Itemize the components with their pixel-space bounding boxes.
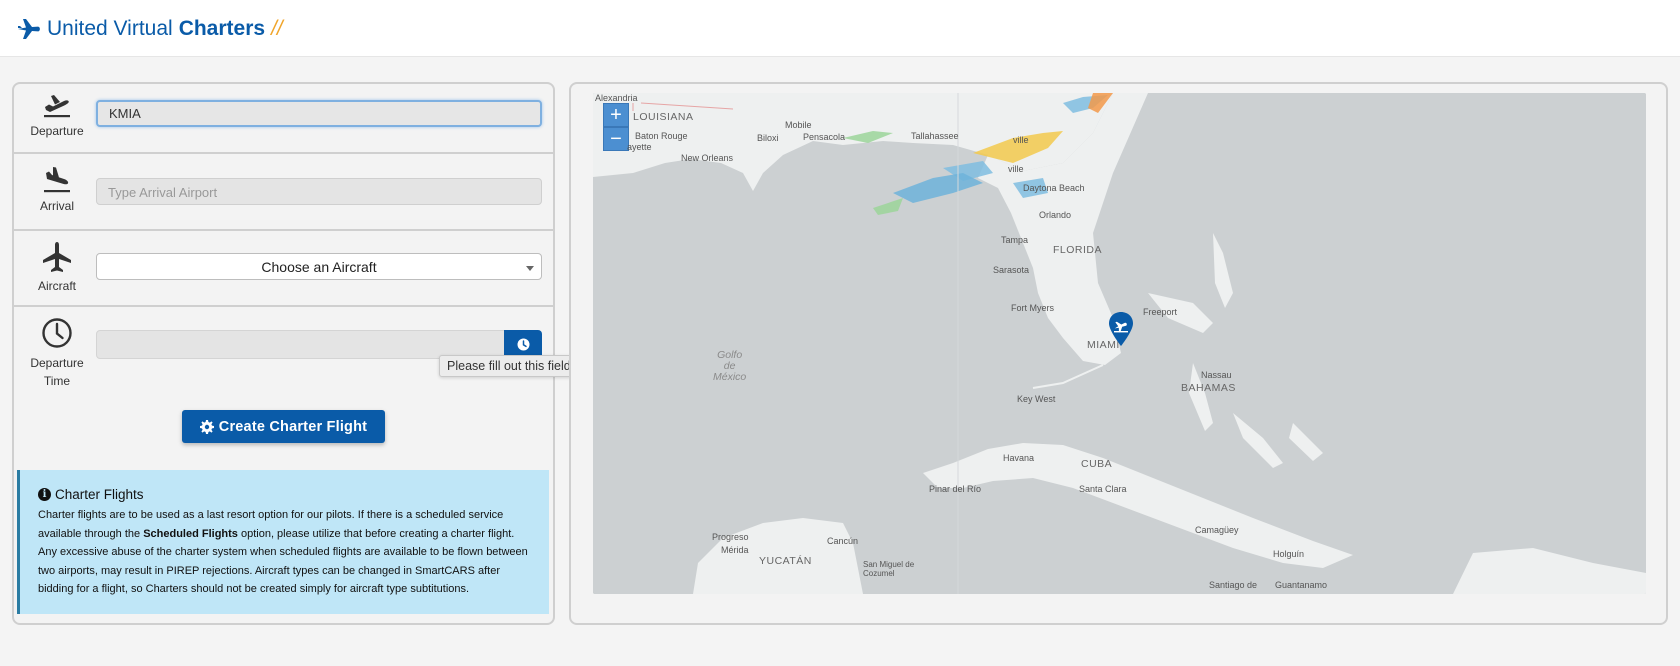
departure-time-label-group: Departure Time [22, 317, 92, 390]
map[interactable]: + − Alexandria LOUISIANA Baton Rouge aye… [593, 93, 1646, 594]
map-label-progreso: Progreso [712, 532, 749, 542]
map-label-sarasota: Sarasota [993, 265, 1030, 275]
map-label-nassau: Nassau [1201, 370, 1232, 380]
map-label-santiago: Santiago de [1209, 580, 1258, 590]
map-label-louisiana: LOUISIANA [633, 111, 694, 123]
map-panel: + − Alexandria LOUISIANA Baton Rouge aye… [569, 82, 1668, 625]
map-label-tallahassee: Tallahassee [911, 131, 959, 141]
charter-form-panel: Departure KMIA Arrival Type Arrival Airp… [12, 82, 555, 625]
info-body: Charter flights are to be used as a last… [38, 506, 531, 599]
aircraft-select-value: Choose an Aircraft [261, 259, 377, 275]
landing-icon [44, 167, 70, 193]
clock-icon [517, 338, 529, 351]
brand-name-bold: Charters [178, 17, 266, 40]
validation-tooltip: Please fill out this field. [439, 355, 583, 377]
aircraft-label-group: Aircraft [22, 241, 92, 295]
arrival-row: Arrival Type Arrival Airport [14, 154, 553, 231]
map-label-florida: FLORIDA [1053, 244, 1103, 256]
zoom-in-button[interactable]: + [603, 103, 629, 127]
info-title: i Charter Flights [38, 487, 531, 502]
map-label-alexandria: Alexandria [595, 93, 638, 103]
plane-icon [18, 19, 40, 39]
info-icon: i [38, 488, 51, 501]
map-label-holguin: Holguín [1273, 549, 1305, 559]
brand-slashes: // [271, 17, 283, 40]
map-label-fort-myers: Fort Myers [1011, 303, 1055, 313]
map-label-yucatan: YUCATÁN [759, 555, 812, 567]
map-label-jacksonville: ville [1013, 135, 1029, 145]
create-charter-button[interactable]: Create Charter Flight [182, 410, 385, 443]
map-label-tampa: Tampa [1001, 235, 1029, 245]
map-label-guantanamo: Guantanamo [1275, 580, 1328, 590]
arrival-label: Arrival [39, 199, 74, 213]
map-label-daytona: Daytona Beach [1023, 183, 1085, 193]
clock-icon [42, 318, 72, 348]
departure-time-label-line2: Time [43, 374, 71, 388]
map-label-cuba: CUBA [1081, 458, 1113, 470]
map-label-new-orleans: New Orleans [681, 153, 734, 163]
arrival-input[interactable]: Type Arrival Airport [96, 178, 542, 205]
departure-label: Departure [30, 124, 84, 138]
aircraft-label: Aircraft [37, 279, 76, 293]
departure-time-label: Departure Time [22, 354, 92, 390]
brand-name-light: United Virtual [47, 17, 173, 40]
map-label-camaguey: Camagüey [1195, 525, 1239, 535]
map-label-pinar: Pinar del Río [929, 484, 982, 494]
map-label-santa-clara: Santa Clara [1079, 484, 1127, 494]
info-title-text: Charter Flights [55, 487, 144, 502]
map-label-orlando: Orlando [1039, 210, 1072, 220]
scheduled-flights-text: Scheduled Flights [143, 527, 238, 540]
zoom-out-button[interactable]: − [603, 127, 629, 151]
map-label-biloxi: Biloxi [757, 133, 779, 143]
zoom-controls: + − [603, 103, 629, 151]
map-label-key-west: Key West [1017, 394, 1056, 404]
map-label-golfo: Golfo de México [713, 349, 747, 383]
arrival-label-group: Arrival [22, 165, 92, 215]
chevron-down-icon [526, 266, 534, 271]
map-label-baton-rouge: Baton Rouge [635, 131, 688, 141]
map-label-mobile: Mobile [785, 120, 812, 130]
map-label-freeport: Freeport [1143, 307, 1178, 317]
departure-input[interactable]: KMIA [96, 100, 542, 127]
departure-label-group: Departure [22, 90, 92, 140]
aircraft-select[interactable]: Choose an Aircraft [96, 253, 542, 280]
airplane-icon [43, 242, 71, 272]
aircraft-row: Aircraft Choose an Aircraft [14, 231, 553, 307]
map-label-merida: Mérida [721, 545, 749, 555]
map-label-gainesville: ville [1008, 164, 1024, 174]
map-marker-icon[interactable] [1108, 311, 1134, 347]
charter-info-alert: i Charter Flights Charter flights are to… [17, 470, 549, 614]
takeoff-icon [44, 95, 70, 118]
map-label-havana: Havana [1003, 453, 1035, 463]
map-label-san-miguel: San Miguel de Cozumel [863, 560, 915, 578]
departure-time-label-line1: Departure [30, 356, 84, 370]
departure-row: Departure KMIA [14, 84, 553, 154]
map-label-lafayette: ayette [627, 142, 652, 152]
top-navbar: United Virtual Charters // [0, 0, 1680, 57]
gear-icon [199, 419, 214, 434]
map-label-bahamas: BAHAMAS [1181, 382, 1236, 394]
map-label-pensacola: Pensacola [803, 132, 846, 142]
create-charter-label: Create Charter Flight [218, 418, 368, 435]
map-label-cancun: Cancún [827, 536, 859, 546]
brand-logo[interactable]: United Virtual Charters // [17, 17, 283, 41]
